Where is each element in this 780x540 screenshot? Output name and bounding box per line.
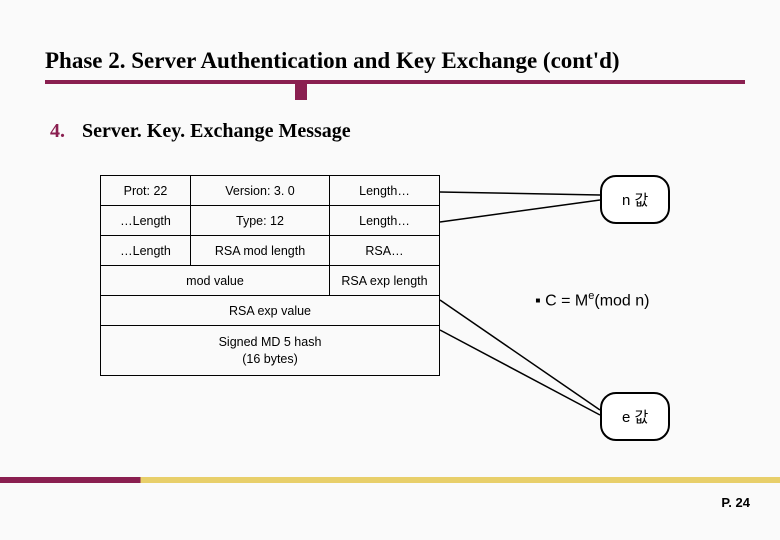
rsa-formula: ▪ C = Me(mod n)	[535, 290, 650, 310]
page-number: P. 24	[721, 495, 750, 510]
callout-e-value: e 값	[600, 392, 670, 441]
cell-rsa-mod-length: RSA mod length	[191, 236, 330, 266]
cell-length-cont: …Length	[101, 206, 191, 236]
slide-title: Phase 2. Server Authentication and Key E…	[45, 48, 620, 74]
formula-pre: C = M	[545, 292, 588, 309]
callout-n-value: n 값	[600, 175, 670, 224]
cell-prot: Prot: 22	[101, 176, 191, 206]
cell-rsa-exp-length: RSA exp length	[330, 266, 440, 296]
cell-length: Length…	[330, 176, 440, 206]
bullet-icon: ▪	[535, 292, 541, 309]
table-row: Signed MD 5 hash(16 bytes)	[101, 326, 440, 376]
message-structure-table: Prot: 22 Version: 3. 0 Length… …Length T…	[100, 175, 440, 376]
section-number: 4.	[50, 120, 65, 143]
cell-type: Type: 12	[191, 206, 330, 236]
section-heading: Server. Key. Exchange Message	[82, 120, 351, 143]
cell-version: Version: 3. 0	[191, 176, 330, 206]
table-row: RSA exp value	[101, 296, 440, 326]
title-underline	[45, 80, 745, 84]
cell-length: Length…	[330, 206, 440, 236]
cell-rsa: RSA…	[330, 236, 440, 266]
table-row: Prot: 22 Version: 3. 0 Length…	[101, 176, 440, 206]
cell-rsa-exp-value: RSA exp value	[101, 296, 440, 326]
formula-post: (mod n)	[594, 292, 649, 309]
cell-length-cont: …Length	[101, 236, 191, 266]
cell-mod-value: mod value	[101, 266, 330, 296]
table-row: …Length Type: 12 Length…	[101, 206, 440, 236]
footer-accent-bar	[0, 477, 780, 483]
table-row: …Length RSA mod length RSA…	[101, 236, 440, 266]
cell-signed-hash: Signed MD 5 hash(16 bytes)	[101, 326, 440, 376]
table-row: mod value RSA exp length	[101, 266, 440, 296]
